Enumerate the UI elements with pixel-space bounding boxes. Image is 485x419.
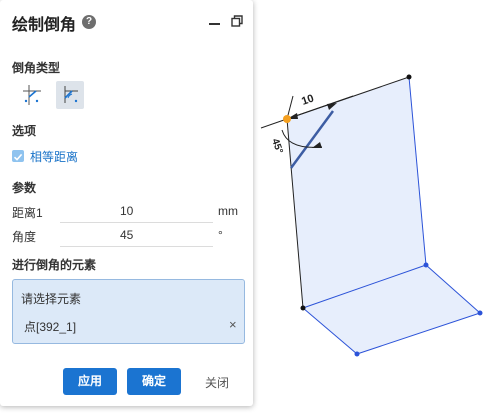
equal-distance-option[interactable]: 相等距离: [12, 148, 78, 164]
equal-distance-checkbox[interactable]: [12, 150, 24, 162]
chamfer-panel: 绘制倒角 ? 倒角类型 选项 相等距离 参数 距离1 10 mm 角度 45 °…: [0, 0, 253, 406]
chamfer-distance-angle-icon: [64, 86, 78, 103]
restore-icon[interactable]: [231, 15, 243, 27]
chamfer-two-distance-button[interactable]: [19, 81, 47, 109]
selected-vertex[interactable]: [283, 115, 291, 123]
angle-unit: °: [218, 228, 223, 242]
angle-param-label: 角度: [12, 230, 37, 244]
close-button[interactable]: 关闭: [195, 374, 239, 391]
param-row-angle: 角度 45 °: [12, 225, 242, 247]
selected-element: 点[392_1]: [24, 320, 77, 334]
vertex[interactable]: [300, 305, 306, 311]
distance-input[interactable]: 10: [120, 204, 133, 218]
remove-element-button[interactable]: ×: [229, 317, 237, 332]
check-icon: [13, 153, 23, 161]
chamfer-distance-angle-button[interactable]: [56, 81, 84, 109]
apply-button[interactable]: 应用: [63, 368, 117, 395]
chamfer-type-label: 倒角类型: [12, 61, 61, 75]
elements-label: 进行倒角的元素: [12, 258, 97, 272]
dimension-label: 10: [300, 93, 315, 108]
angle-label: 45°: [269, 137, 285, 155]
angle-underline: [60, 246, 213, 247]
minimize-icon[interactable]: [209, 23, 220, 25]
distance-underline: [60, 222, 213, 223]
angle-input[interactable]: 45: [120, 228, 133, 242]
vertex[interactable]: [423, 262, 429, 268]
options-label: 选项: [12, 124, 37, 138]
params-label: 参数: [12, 181, 37, 195]
equal-distance-label: 相等距离: [30, 149, 79, 164]
element-selection-box[interactable]: 请选择元素 点[392_1] ×: [12, 279, 245, 344]
chamfer-two-distance-icon: [23, 85, 41, 105]
ok-button[interactable]: 确定: [127, 368, 181, 395]
vertex[interactable]: [477, 310, 483, 316]
vertex[interactable]: [354, 351, 360, 357]
question-icon[interactable]: ?: [82, 15, 96, 29]
distance-unit: mm: [218, 204, 238, 218]
vertex[interactable]: [406, 74, 412, 80]
param-row-distance: 距离1 10 mm: [12, 201, 242, 223]
panel-title: 绘制倒角: [12, 17, 77, 34]
distance-label: 距离1: [12, 206, 43, 220]
select-prompt: 请选择元素: [21, 292, 82, 306]
